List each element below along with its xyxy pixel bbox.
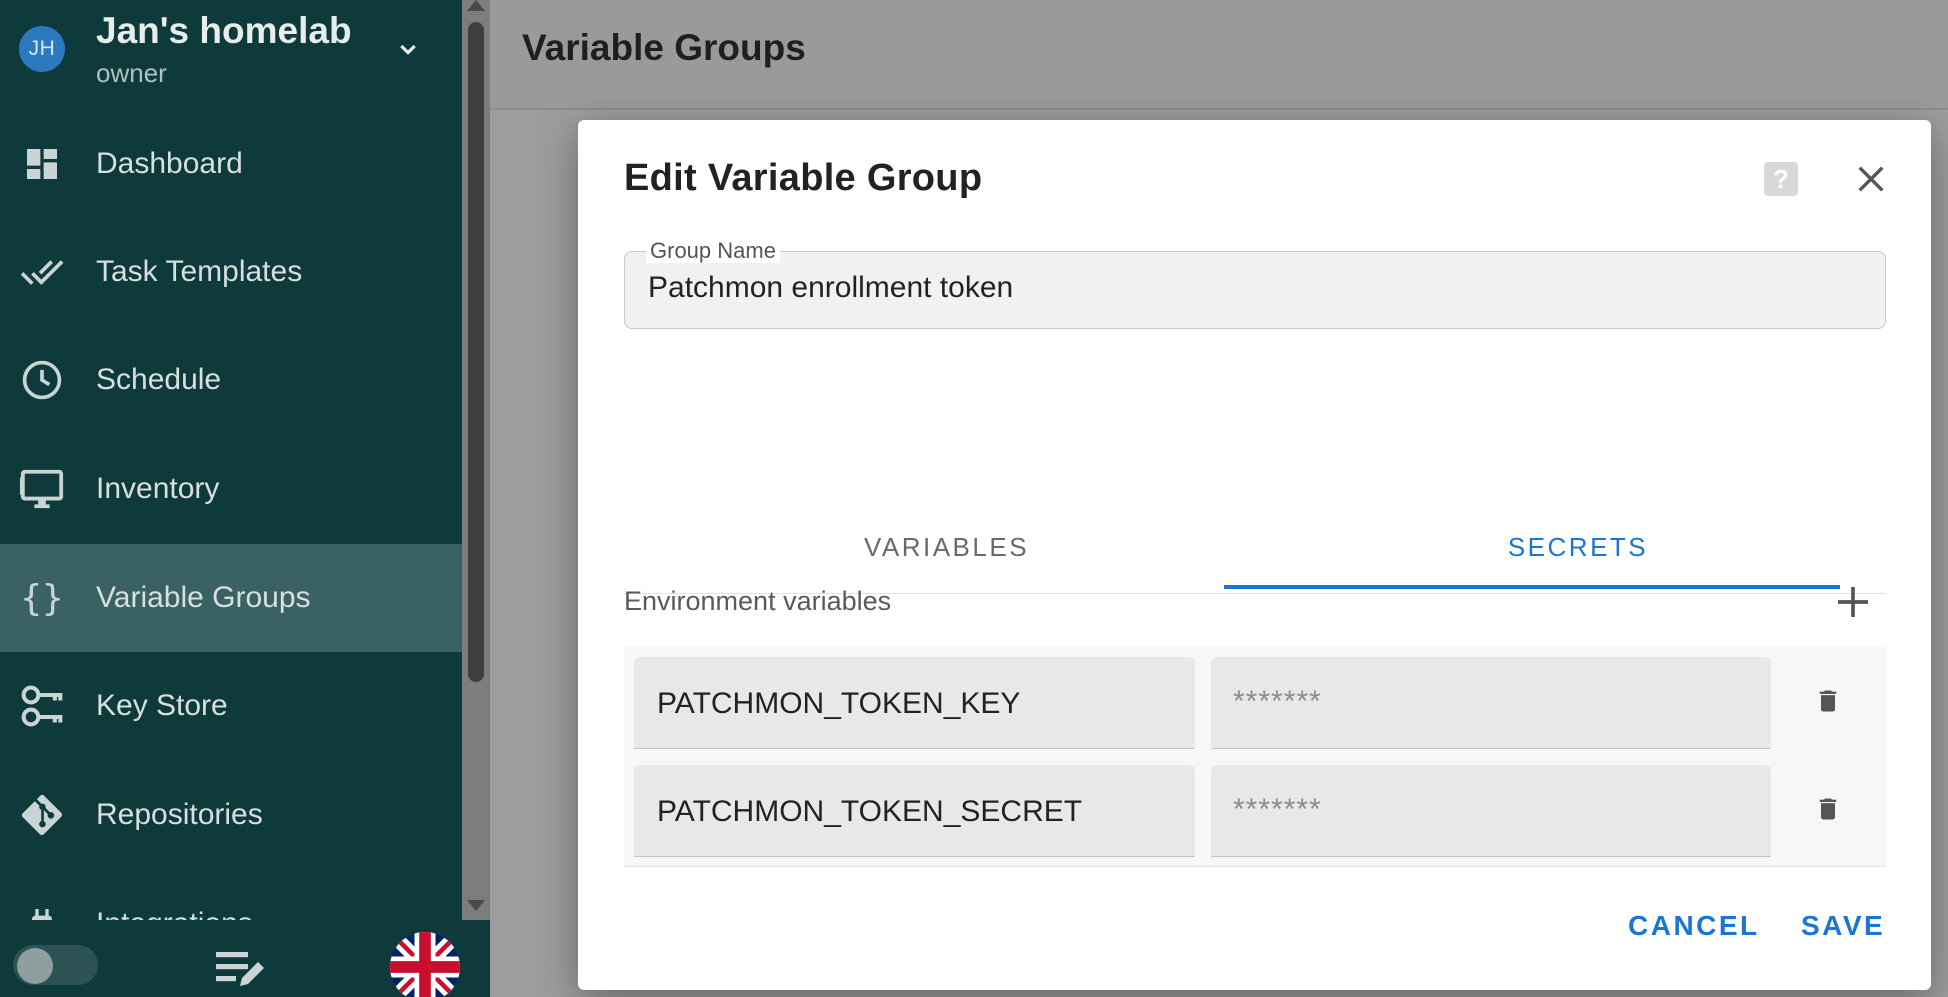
secret-value-input[interactable]: *******: [1211, 765, 1771, 857]
sidebar-item-label: Inventory: [96, 472, 220, 505]
clock-icon: [18, 356, 66, 404]
avatar: JH: [19, 26, 65, 72]
sun-icon: [17, 948, 53, 984]
close-icon[interactable]: [1854, 162, 1888, 196]
chevron-down-icon[interactable]: [392, 34, 424, 66]
table-row: PATCHMON_TOKEN_SECRET *******: [624, 755, 1886, 857]
edit-variable-group-dialog: Edit Variable Group ? Group Name Patchmo…: [578, 120, 1931, 990]
tab-secrets[interactable]: SECRETS: [1270, 500, 1886, 594]
sidebar-item-label: Key Store: [96, 689, 228, 722]
uk-flag-icon[interactable]: [390, 932, 460, 997]
sidebar-item-key-store[interactable]: Key Store: [0, 652, 462, 760]
sidebar-item-label: Repositories: [96, 798, 263, 831]
team-switcher[interactable]: JH Jan's homelab owner: [0, 0, 462, 100]
braces-icon: {}: [20, 577, 64, 619]
help-icon[interactable]: ?: [1764, 162, 1798, 196]
sidebar-item-variable-groups[interactable]: {} Variable Groups: [0, 544, 462, 652]
cancel-button[interactable]: CANCEL: [1628, 910, 1760, 942]
secret-name-input[interactable]: PATCHMON_TOKEN_SECRET: [634, 765, 1195, 857]
dialog-title: Edit Variable Group: [624, 157, 983, 199]
secrets-table: PATCHMON_TOKEN_KEY ******* PATCHMON_TOKE…: [624, 647, 1886, 867]
dashboard-icon: [18, 140, 66, 188]
add-icon[interactable]: [1833, 582, 1873, 622]
secret-name-input[interactable]: PATCHMON_TOKEN_KEY: [634, 657, 1195, 749]
sidebar-item-label: Schedule: [96, 363, 222, 396]
trash-icon[interactable]: [1814, 793, 1842, 825]
save-button[interactable]: SAVE: [1801, 910, 1885, 942]
secret-name-value: PATCHMON_TOKEN_SECRET: [657, 795, 1083, 828]
git-icon: [18, 791, 66, 839]
table-row: PATCHMON_TOKEN_KEY *******: [624, 647, 1886, 749]
sidebar-item-inventory[interactable]: Inventory: [0, 435, 462, 543]
page-title: Variable Groups: [522, 27, 806, 68]
team-name: Jan's homelab: [96, 10, 352, 51]
monitor-icon: [18, 465, 66, 513]
sidebar-item-label: Task Templates: [96, 255, 303, 288]
sidebar-item-task-templates[interactable]: Task Templates: [0, 218, 462, 326]
secret-value-placeholder: *******: [1233, 793, 1322, 826]
done-all-icon: [18, 248, 66, 296]
sidebar-item-dashboard[interactable]: Dashboard: [0, 110, 462, 218]
scroll-down-icon[interactable]: [467, 900, 485, 911]
environment-variables-label: Environment variables: [624, 586, 892, 616]
edit-notes-icon[interactable]: [214, 946, 266, 990]
secret-name-value: PATCHMON_TOKEN_KEY: [657, 687, 1021, 720]
sidebar-item-label: Variable Groups: [96, 581, 311, 614]
tab-bar: VARIABLES SECRETS: [624, 500, 1886, 594]
key-icon: [18, 682, 66, 730]
secret-value-placeholder: *******: [1233, 685, 1322, 718]
secret-value-input[interactable]: *******: [1211, 657, 1771, 749]
group-name-value[interactable]: Patchmon enrollment token: [648, 271, 1013, 305]
sidebar-item-label: Dashboard: [96, 147, 243, 180]
tab-variables[interactable]: VARIABLES: [624, 500, 1269, 594]
team-role: owner: [96, 58, 167, 88]
sidebar-item-schedule[interactable]: Schedule: [0, 326, 462, 434]
scroll-up-icon[interactable]: [467, 0, 485, 11]
sidebar-item-repositories[interactable]: Repositories: [0, 761, 462, 869]
active-tab-indicator: [1224, 585, 1840, 589]
trash-icon[interactable]: [1814, 685, 1842, 717]
scroll-thumb[interactable]: [468, 22, 484, 682]
sidebar: JH Jan's homelab owner Dashboard Task Te…: [0, 0, 462, 997]
group-name-label: Group Name: [646, 239, 780, 263]
